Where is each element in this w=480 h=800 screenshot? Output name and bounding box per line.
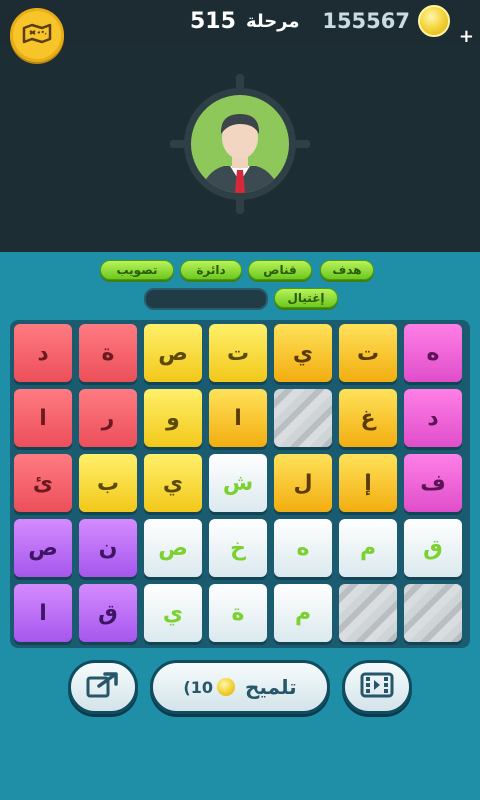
letter-tile[interactable]: ق [404, 519, 462, 577]
letter-tile[interactable]: ص [144, 324, 202, 382]
letter-tile[interactable]: ا [14, 584, 72, 642]
letter-tile[interactable]: ت [339, 324, 397, 382]
menu-button[interactable] [10, 8, 64, 62]
letter-tile[interactable]: ن [79, 519, 137, 577]
letter-tile[interactable]: ئ [14, 454, 72, 512]
level-label: مرحلة [245, 10, 300, 32]
video-button[interactable] [342, 660, 412, 714]
letter-tile[interactable]: د [404, 389, 462, 447]
hint-label: تلميح [244, 675, 297, 699]
letter-tile[interactable]: ه [404, 324, 462, 382]
stone-tile [404, 584, 462, 642]
letter-tile[interactable]: ق [79, 584, 137, 642]
target-avatar-icon [170, 74, 310, 214]
hint-button[interactable]: (10 تلميح [150, 660, 330, 714]
letter-tile[interactable]: ص [14, 519, 72, 577]
letter-tile[interactable]: ي [274, 324, 332, 382]
hint-cost-value: (10 [183, 677, 213, 697]
clue-chip: هدف [320, 260, 374, 280]
letter-tile[interactable]: ا [209, 389, 267, 447]
letter-tile[interactable]: و [144, 389, 202, 447]
level-indicator: 515 مرحلة [190, 6, 300, 36]
share-icon [85, 670, 121, 704]
coin-balance[interactable]: 155567 [322, 5, 450, 37]
coin-icon [216, 678, 235, 696]
letter-tile[interactable]: ر [79, 389, 137, 447]
letter-tile[interactable]: ة [79, 324, 137, 382]
letter-tile[interactable]: ه [274, 519, 332, 577]
letter-tile[interactable]: إ [339, 454, 397, 512]
letter-tile[interactable]: ا [14, 389, 72, 447]
clue-chip: تصويب [100, 260, 174, 280]
share-button[interactable] [68, 660, 138, 714]
clue-chip: قناص [248, 260, 312, 280]
letter-tile[interactable]: غ [339, 389, 397, 447]
letter-tile[interactable]: د [14, 324, 72, 382]
map-flag-icon [22, 22, 52, 48]
letter-tile[interactable]: ش [209, 454, 267, 512]
coin-count: 155567 [322, 9, 410, 33]
letter-tile[interactable]: ي [144, 584, 202, 642]
letter-tile[interactable]: م [339, 519, 397, 577]
clue-chip: دائرة [180, 260, 242, 280]
letter-tile[interactable]: ب [79, 454, 137, 512]
level-number: 515 [190, 8, 236, 34]
stone-tile [274, 389, 332, 447]
hint-cost: (10 [183, 678, 235, 697]
letter-tile[interactable]: خ [209, 519, 267, 577]
letter-tile[interactable]: ة [209, 584, 267, 642]
answer-input[interactable] [144, 288, 268, 310]
clue-chip: إغتيال [274, 288, 338, 308]
letter-tile[interactable]: ت [209, 324, 267, 382]
letter-tile[interactable]: م [274, 584, 332, 642]
letter-tile[interactable]: ل [274, 454, 332, 512]
video-icon [360, 671, 394, 703]
letter-tile[interactable]: ص [144, 519, 202, 577]
stone-tile [339, 584, 397, 642]
letter-tile[interactable]: ي [144, 454, 202, 512]
letter-tile[interactable]: ف [404, 454, 462, 512]
letter-board: هتيتصةددغاورافإلشيبئقمهخصنصمةيقا [10, 320, 470, 648]
coin-icon [418, 5, 450, 37]
